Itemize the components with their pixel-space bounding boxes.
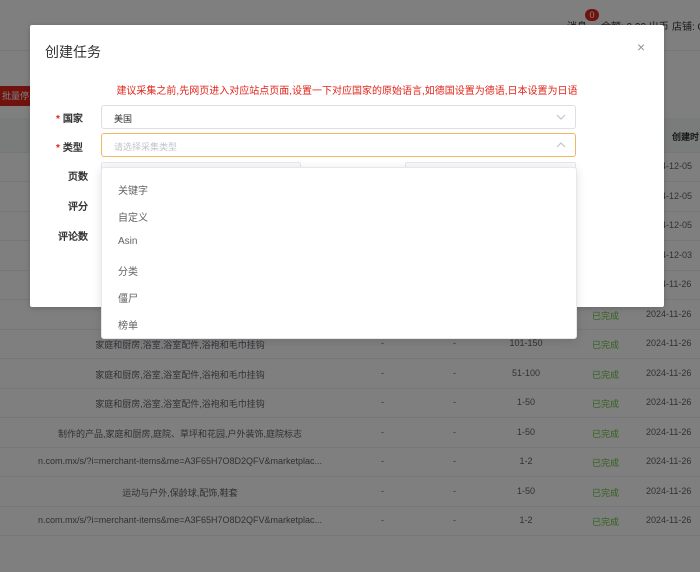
dropdown-option-ranking[interactable]: 榜单 bbox=[118, 317, 138, 332]
dropdown-option-zombie[interactable]: 僵尸 bbox=[118, 290, 138, 305]
close-icon[interactable]: × bbox=[637, 39, 645, 55]
language-warning: 建议采集之前,先网页进入对应站点页面,设置一下对应国家的原始语言,如德国设置为德… bbox=[116, 86, 578, 97]
chevron-down-icon bbox=[556, 114, 566, 120]
type-dropdown: 关键字 自定义 Asin 分类 僵尸 榜单 bbox=[101, 167, 577, 339]
country-select[interactable]: 美国 bbox=[101, 105, 576, 129]
rating-label: 评分 bbox=[68, 202, 88, 213]
dropdown-option-category[interactable]: 分类 bbox=[118, 263, 138, 278]
type-label: * 类型 bbox=[56, 143, 83, 154]
country-value: 美国 bbox=[114, 114, 133, 124]
dropdown-option-custom[interactable]: 自定义 bbox=[118, 209, 148, 224]
dropdown-option-keyword[interactable]: 关键字 bbox=[118, 182, 148, 197]
type-placeholder: 请选择采集类型 bbox=[114, 142, 178, 152]
required-marker: * bbox=[56, 114, 60, 125]
dialog-title: 创建任务 bbox=[45, 44, 101, 60]
country-label: * 国家 bbox=[56, 114, 83, 125]
type-select[interactable]: 请选择采集类型 bbox=[101, 133, 576, 157]
reviews-label: 评论数 bbox=[58, 232, 88, 243]
dropdown-option-asin[interactable]: Asin bbox=[118, 236, 137, 247]
pages-label: 页数 bbox=[68, 172, 88, 183]
chevron-up-icon bbox=[556, 142, 566, 148]
required-marker: * bbox=[56, 143, 60, 154]
